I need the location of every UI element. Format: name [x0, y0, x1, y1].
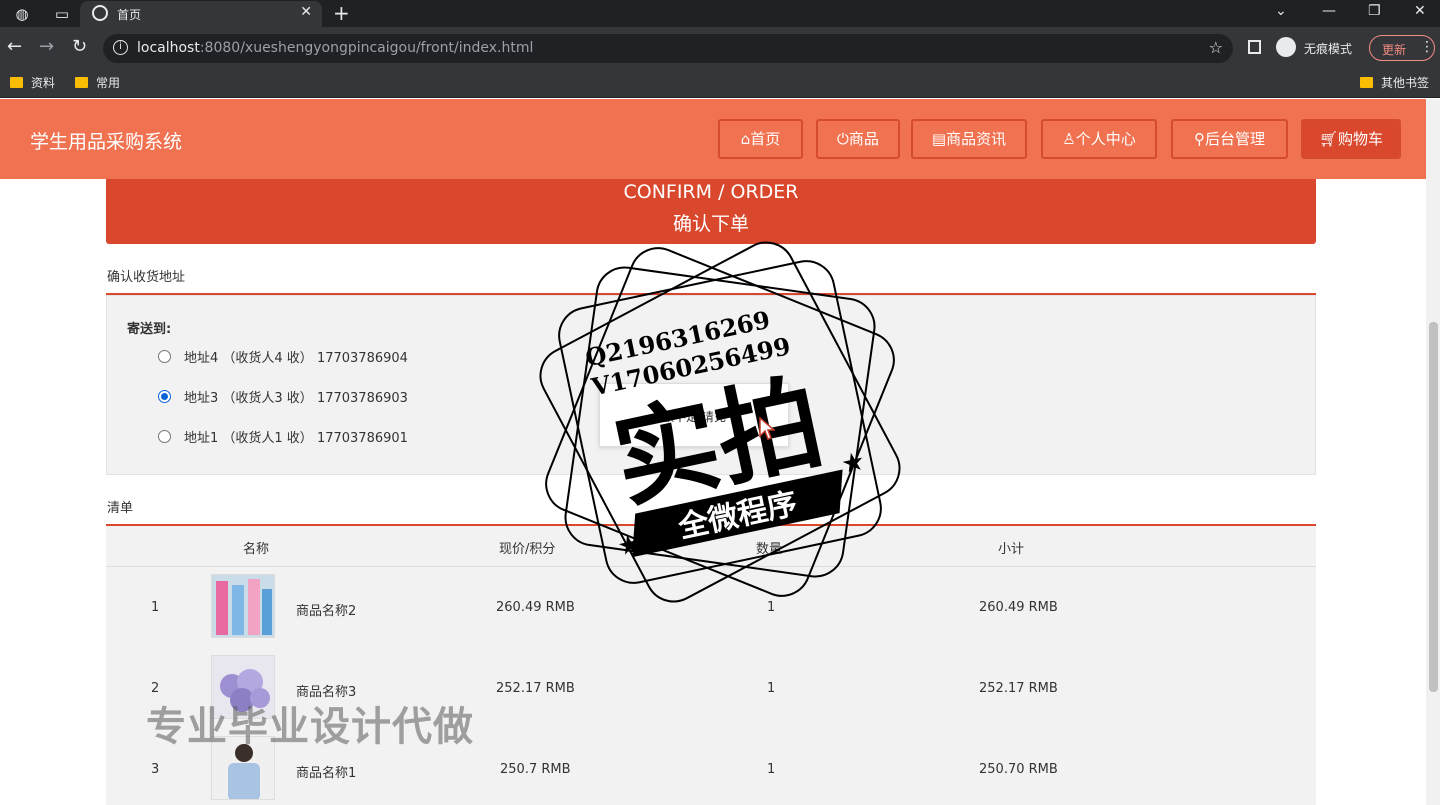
scrollbar-thumb[interactable]: [1429, 322, 1438, 692]
site-info-icon[interactable]: i: [113, 40, 128, 55]
nav-profile-button[interactable]: ♙个人中心: [1041, 119, 1157, 159]
product-name[interactable]: 商品名称1: [296, 762, 356, 781]
address-section-title: 确认收货地址: [107, 270, 186, 285]
folder-icon: [10, 77, 23, 88]
nav-home-button[interactable]: ⌂首页: [718, 119, 803, 159]
incognito-label: 无痕模式: [1304, 42, 1353, 56]
nav-admin-button[interactable]: ⚲后台管理: [1171, 119, 1288, 159]
browser-toolbar: ← → ↻ i localhost:8080/xueshengyongpinca…: [0, 27, 1440, 69]
news-icon: ▤: [931, 130, 947, 148]
back-icon[interactable]: ←: [7, 36, 22, 57]
product-subtotal: 252.17 RMB: [979, 681, 1058, 696]
address-bar[interactable]: i localhost:8080/xueshengyongpincaigou/f…: [103, 34, 1233, 63]
window-close-icon[interactable]: ✕: [1414, 3, 1426, 19]
home-icon: ⌂: [740, 130, 751, 148]
stamp-watermark: Q2196316269 V17060256499 实拍 全微程序 ★ ★: [539, 241, 901, 603]
product-subtotal: 250.70 RMB: [979, 762, 1058, 777]
reload-icon[interactable]: ↻: [72, 36, 87, 57]
address-radio-1[interactable]: [158, 350, 171, 363]
bookmarks-bar: 资料 常用 其他书签: [0, 69, 1440, 98]
update-label: 更新: [1382, 43, 1407, 57]
product-price: 250.7 RMB: [500, 762, 571, 777]
bookmark-star-icon[interactable]: ☆: [1209, 38, 1223, 57]
address-option-label[interactable]: 地址3 （收货人3 收） 17703786903: [184, 387, 408, 406]
nav-products-button[interactable]: ⏻商品: [816, 119, 900, 159]
watermark-text: 专业毕业设计代做: [146, 704, 474, 750]
incognito-icon: [1276, 37, 1296, 57]
side-panel-icon[interactable]: [1248, 40, 1261, 54]
power-icon: ⏻: [837, 130, 849, 148]
list-section-title: 清单: [107, 501, 134, 516]
browser-tab[interactable]: 首页 ✕: [80, 1, 322, 27]
site-header: 学生用品采购系统 ⌂首页 ⏻商品 ▤商品资讯 ♙个人中心 ⚲后台管理 🛒︎购物车: [0, 99, 1426, 179]
menu-dots-icon[interactable]: ⋮: [1420, 39, 1434, 55]
ship-to-label: 寄送到:: [127, 322, 172, 337]
product-qty: 1: [767, 681, 776, 696]
tab-close-icon[interactable]: ✕: [300, 4, 312, 20]
bookmark-folder-other[interactable]: 其他书签: [1360, 74, 1429, 91]
tab-title: 首页: [117, 8, 142, 22]
product-thumbnail[interactable]: [211, 574, 275, 638]
tab-list-chevron-icon[interactable]: ⌄: [1275, 3, 1287, 19]
tab-search-icon[interactable]: ▭: [52, 4, 72, 24]
banner-title-en: CONFIRM / ORDER: [623, 181, 799, 203]
row-number: 1: [151, 600, 160, 615]
product-subtotal: 260.49 RMB: [979, 600, 1058, 615]
url-text[interactable]: localhost:8080/xueshengyongpincaigou/fro…: [137, 40, 533, 56]
product-name[interactable]: 商品名称2: [296, 600, 356, 619]
nav-news-button[interactable]: ▤商品资讯: [911, 119, 1027, 159]
forward-icon[interactable]: →: [39, 36, 54, 57]
cart-icon: 🛒︎: [1318, 130, 1339, 148]
folder-icon: [75, 77, 88, 88]
minimize-icon[interactable]: —: [1322, 3, 1336, 19]
star-icon: ★: [839, 446, 868, 480]
tab-favicon-icon: [92, 5, 108, 21]
site-title: 学生用品采购系统: [30, 131, 183, 153]
folder-icon: [1360, 77, 1373, 88]
globe-icon[interactable]: ◍: [12, 4, 32, 24]
product-qty: 1: [767, 762, 776, 777]
browser-tab-strip: ◍ ▭ 首页 ✕ + ⌄ — ❐ ✕: [0, 0, 1440, 27]
new-tab-icon[interactable]: +: [333, 1, 350, 25]
address-radio-3[interactable]: [158, 430, 171, 443]
restore-icon[interactable]: ❐: [1368, 3, 1381, 19]
header-name: 名称: [243, 542, 270, 557]
nav-cart-button[interactable]: 🛒︎购物车: [1301, 119, 1401, 159]
update-button[interactable]: 更新 ⋮: [1369, 35, 1435, 61]
user-icon: ♙: [1062, 130, 1076, 148]
row-number: 3: [151, 762, 160, 777]
address-radio-2[interactable]: [158, 390, 171, 403]
bookmark-folder-ziliao[interactable]: 资料: [10, 74, 55, 91]
address-option-label[interactable]: 地址4 （收货人4 收） 17703786904: [184, 347, 408, 366]
address-option-label[interactable]: 地址1 （收货人1 收） 17703786901: [184, 427, 408, 446]
product-price: 252.17 RMB: [496, 681, 575, 696]
mouse-cursor-icon: [759, 417, 775, 440]
link-icon: ⚲: [1193, 130, 1205, 148]
header-subtotal: 小计: [998, 542, 1025, 557]
bookmark-folder-changyong[interactable]: 常用: [75, 74, 120, 91]
